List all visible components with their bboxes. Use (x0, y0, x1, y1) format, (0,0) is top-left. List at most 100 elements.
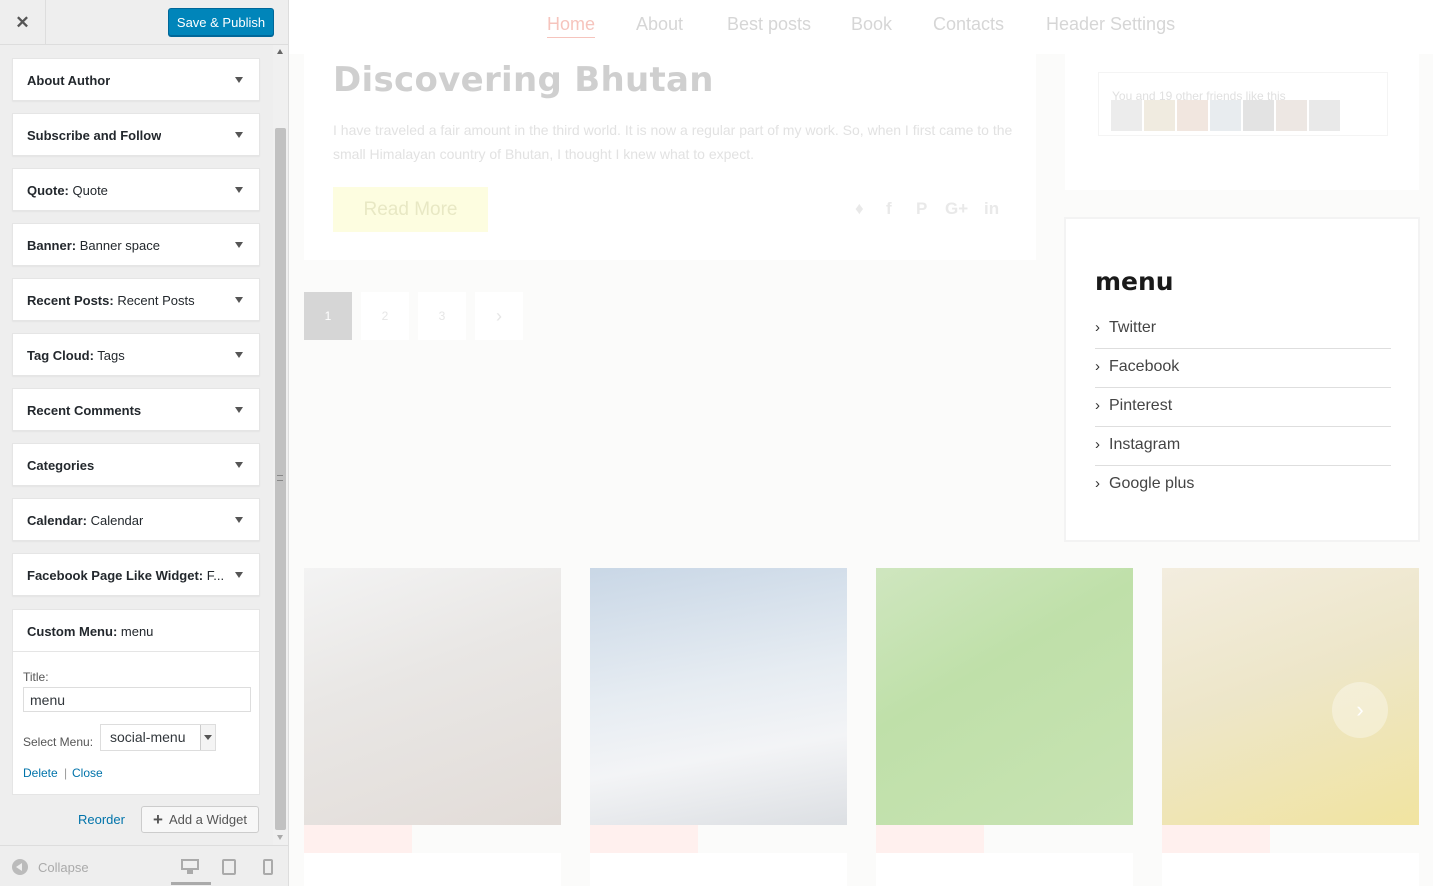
nav-item-header-settings[interactable]: Header Settings (1046, 14, 1175, 35)
menu-item-label: Pinterest (1109, 397, 1173, 414)
date-badge (1162, 825, 1270, 853)
widget-subtitle: Recent Posts (113, 293, 195, 308)
pinterest-icon[interactable]: P (916, 199, 927, 219)
close-icon[interactable]: ✕ (0, 0, 46, 45)
chevron-down-icon[interactable] (235, 77, 243, 83)
facebook-icon[interactable]: f (886, 199, 892, 219)
widget-calendar[interactable]: Calendar: Calendar (12, 498, 260, 541)
chevron-right-icon: › (1095, 397, 1100, 414)
read-more-button[interactable]: Read More (333, 187, 488, 232)
sidebar-scrollbar[interactable] (273, 45, 288, 845)
nav-item-best-posts[interactable]: Best posts (727, 14, 811, 35)
chevron-down-icon[interactable] (235, 242, 243, 248)
friend-avatar[interactable] (1111, 100, 1142, 131)
nav-item-book[interactable]: Book (851, 14, 892, 35)
delete-link[interactable]: Delete (23, 766, 58, 780)
collapse-label: Collapse (38, 859, 89, 875)
nav-item-about[interactable]: About (636, 14, 683, 35)
widget-subtitle: Tags (93, 348, 125, 363)
linkedin-icon[interactable]: in (984, 199, 999, 219)
widget-recent-comments[interactable]: Recent Comments (12, 388, 260, 431)
chevron-down-icon[interactable] (235, 517, 243, 523)
friend-avatar[interactable] (1276, 100, 1307, 131)
dropdown-arrow-icon[interactable] (200, 725, 215, 750)
widget-title: Categories (27, 458, 95, 473)
chevron-down-icon[interactable] (235, 572, 243, 578)
pagination-next[interactable]: › (475, 292, 523, 340)
widget-title: Recent Comments (27, 403, 142, 418)
widget-recent-posts[interactable]: Recent Posts: Recent Posts (12, 278, 260, 321)
chevron-down-icon[interactable] (235, 297, 243, 303)
carousel-next-icon[interactable]: › (1332, 682, 1388, 738)
widget-tag-cloud[interactable]: Tag Cloud: Tags (12, 333, 260, 376)
widget-subtitle: Calendar (86, 513, 144, 528)
scrollbar-grip-icon (277, 475, 283, 481)
menu-item-pinterest[interactable]: › Pinterest (1095, 388, 1391, 427)
reorder-link[interactable]: Reorder (78, 812, 125, 827)
widget-title: Calendar: (27, 513, 87, 528)
twitter-icon[interactable]: ♦ (855, 199, 864, 219)
card-caption (876, 853, 1133, 886)
desktop-preview-icon[interactable] (181, 859, 199, 874)
widget-banner[interactable]: Banner: Banner space (12, 223, 260, 266)
widget-subscribe-follow[interactable]: Subscribe and Follow (12, 113, 260, 156)
friend-avatar[interactable] (1243, 100, 1274, 131)
close-link[interactable]: Close (72, 766, 103, 780)
chevron-down-icon[interactable] (235, 187, 243, 193)
menu-item-facebook[interactable]: › Facebook (1095, 349, 1391, 388)
widget-custom-menu-header[interactable]: Custom Menu: menu (13, 610, 259, 652)
widget-subtitle: Banner space (76, 238, 160, 253)
save-publish-button[interactable]: Save & Publish (168, 8, 274, 36)
chevron-down-icon[interactable] (235, 462, 243, 468)
nav-item-home[interactable]: Home (547, 14, 596, 38)
site-preview: Home About Best posts Book Contacts Head… (289, 0, 1433, 886)
chevron-right-icon: › (1095, 319, 1100, 336)
widget-facebook-page-like[interactable]: Facebook Page Like Widget: F... (12, 553, 260, 596)
carousel-image-fields[interactable] (876, 568, 1133, 825)
pagination-page-3[interactable]: 3 (418, 292, 466, 340)
menu-item-label: Google plus (1109, 475, 1195, 492)
scroll-down-icon[interactable] (277, 835, 283, 840)
pagination-page-1[interactable]: 1 (304, 292, 352, 340)
menu-widget-title: menu (1095, 267, 1174, 296)
menu-widget: menu › Twitter › Facebook › Pinterest › … (1064, 217, 1420, 542)
chevron-down-icon[interactable] (235, 132, 243, 138)
menu-item-google-plus[interactable]: › Google plus (1095, 466, 1391, 505)
friend-avatar[interactable] (1177, 100, 1208, 131)
menu-item-instagram[interactable]: › Instagram (1095, 427, 1391, 466)
pagination-page-2[interactable]: 2 (361, 292, 409, 340)
select-menu-dropdown[interactable]: social-menu (100, 724, 216, 751)
add-widget-label: Add a Widget (168, 812, 247, 827)
menu-item-label: Twitter (1109, 319, 1157, 336)
date-badge (876, 825, 984, 853)
scroll-up-icon[interactable] (277, 49, 283, 54)
title-input[interactable] (23, 687, 251, 712)
add-widget-button[interactable]: + Add a Widget (141, 806, 259, 833)
friend-avatar[interactable] (1210, 100, 1241, 131)
select-menu-value: social-menu (110, 729, 186, 745)
widget-title: Tag Cloud: (27, 348, 94, 363)
chevron-down-icon[interactable] (235, 352, 243, 358)
post-card: Discovering Bhutan I have traveled a fai… (304, 54, 1036, 260)
widget-about-author[interactable]: About Author (12, 58, 260, 101)
friend-avatar[interactable] (1144, 100, 1175, 131)
nav-item-contacts[interactable]: Contacts (933, 14, 1004, 35)
tablet-preview-icon[interactable] (222, 859, 236, 875)
menu-item-twitter[interactable]: › Twitter (1095, 310, 1391, 349)
widget-categories[interactable]: Categories (12, 443, 260, 486)
collapse-button[interactable]: Collapse (12, 859, 89, 875)
widget-quote[interactable]: Quote: Quote (12, 168, 260, 211)
google-plus-icon[interactable]: G+ (945, 199, 968, 219)
post-title[interactable]: Discovering Bhutan (333, 60, 714, 100)
widget-title: About Author (27, 73, 111, 88)
chevron-right-icon: › (1095, 436, 1100, 453)
title-label: Title: (23, 670, 49, 684)
mobile-preview-icon[interactable] (263, 859, 273, 875)
carousel-image-mountain[interactable] (590, 568, 847, 825)
carousel-image-camera[interactable] (304, 568, 561, 825)
chevron-right-icon: › (1095, 475, 1100, 492)
chevron-down-icon[interactable] (235, 407, 243, 413)
facebook-like-widget: You and 19 other friends like this (1065, 54, 1419, 190)
date-badge (590, 825, 698, 853)
friend-avatar[interactable] (1309, 100, 1340, 131)
